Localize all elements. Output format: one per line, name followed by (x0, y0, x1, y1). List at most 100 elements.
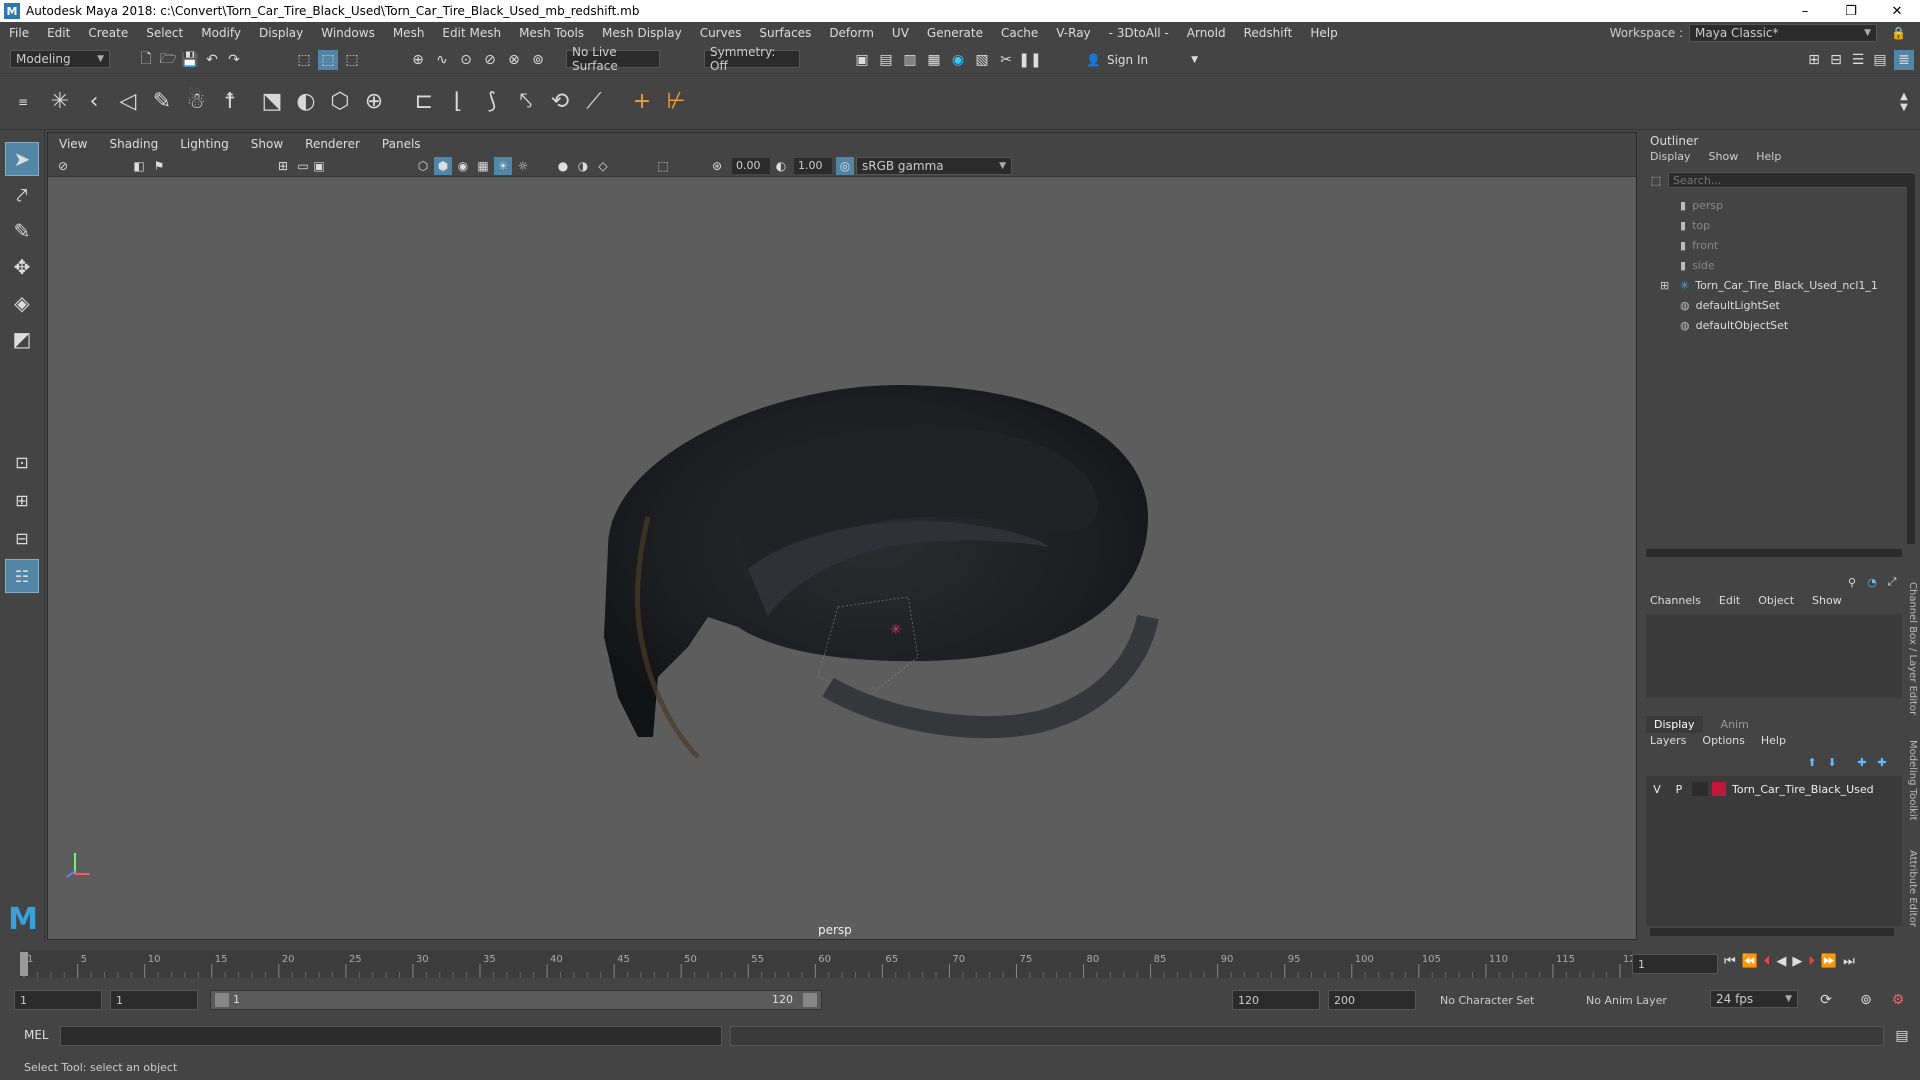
animation-prefs-icon[interactable]: ⚙ (1888, 990, 1908, 1010)
new-layer-icon[interactable]: ✚ (1854, 754, 1870, 770)
anti-aliasing-icon[interactable]: ◇ (594, 157, 612, 175)
menu-item-windows[interactable]: Windows (312, 26, 384, 40)
viewport-menu-shading[interactable]: Shading (98, 137, 169, 151)
outliner-search-input[interactable] (1668, 172, 1914, 188)
textured-icon[interactable]: ▦ (474, 157, 492, 175)
exposure-field[interactable]: 0.00 (732, 158, 770, 174)
cube-icon[interactable]: ⊕ (358, 83, 390, 119)
smooth-mesh-icon[interactable]: ⬡ (324, 83, 356, 119)
render-frame-icon[interactable]: ▣ (852, 50, 872, 70)
rs-render-icon[interactable]: ✂ (996, 50, 1016, 70)
viewport-menu-show[interactable]: Show (240, 137, 294, 151)
sculpt-brush-icon[interactable]: ✎ (146, 83, 178, 119)
mel-label[interactable]: MEL (24, 1028, 49, 1042)
menu-item-curves[interactable]: Curves (691, 26, 751, 40)
modeling-toolkit-icon[interactable]: ⊞ (1804, 50, 1824, 70)
menu-item-3dtoall[interactable]: - 3DtoAll - (1100, 26, 1178, 40)
symmetry-dropdown[interactable]: Symmetry: Off (704, 45, 800, 73)
color-management-icon[interactable]: ◎ (836, 157, 854, 175)
step-back-frame-icon[interactable]: ⏴ (1764, 954, 1771, 969)
tool-settings-icon[interactable]: ☰ (1848, 50, 1868, 70)
grid-toggle-icon[interactable]: ⊞ (274, 157, 292, 175)
layer-editor-icon[interactable]: ≣ (1894, 50, 1914, 70)
script-editor-icon[interactable]: ▤ (1892, 1026, 1912, 1046)
bookmark-icon[interactable]: ⚑ (150, 157, 168, 175)
outliner-horizontal-scrollbar[interactable] (1646, 549, 1902, 557)
menu-item-file[interactable]: File (0, 26, 38, 40)
extrude-icon[interactable]: ⬔ (256, 83, 288, 119)
pause-icon[interactable]: ❚❚ (1018, 50, 1041, 70)
animation-start-field[interactable]: 1 (14, 990, 102, 1010)
lasso-tool-icon[interactable]: ⤤ (5, 178, 39, 212)
channel-box-menu-show[interactable]: Show (1812, 594, 1842, 607)
command-input[interactable] (60, 1026, 722, 1046)
range-bar[interactable]: 1 120 (210, 990, 822, 1010)
snap-live-icon[interactable]: ⊚ (528, 50, 548, 70)
outliner-item[interactable]: ▮ top (1680, 216, 1710, 234)
channel-box-menu-edit[interactable]: Edit (1719, 594, 1740, 607)
menu-item-mesh-tools[interactable]: Mesh Tools (510, 26, 593, 40)
use-lights-icon[interactable]: ☀ (494, 157, 512, 175)
hyper-icon[interactable]: ⤢ (1884, 574, 1900, 590)
menu-item-uv[interactable]: UV (883, 26, 918, 40)
workspace-dropdown[interactable]: Maya Classic* ▼ (1689, 24, 1878, 42)
loft-icon[interactable]: ⟋ (578, 83, 610, 119)
channel-box-menu-channels[interactable]: Channels (1650, 594, 1701, 607)
viewport-menu-view[interactable]: View (48, 137, 98, 151)
open-scene-icon[interactable]: 🗁 (158, 50, 178, 70)
outliner-menu-help[interactable]: Help (1756, 150, 1781, 163)
camera-attributes-icon[interactable]: ◧ (130, 157, 148, 175)
play-backwards-icon[interactable]: ◀ (1776, 954, 1786, 969)
layer-playback-toggle[interactable]: P (1670, 783, 1688, 796)
bridge-icon[interactable]: ⊏ (408, 83, 440, 119)
maximize-button[interactable]: ❐ (1828, 0, 1874, 22)
revolve-icon[interactable]: ⟲ (544, 83, 576, 119)
reset-pivot-icon[interactable]: ⊬ (660, 83, 692, 119)
layer-editor-menu-help[interactable]: Help (1761, 734, 1786, 747)
render-view-icon[interactable]: ▧ (972, 50, 992, 70)
viewport-menu-panels[interactable]: Panels (371, 137, 432, 151)
hypershade-icon[interactable]: ◉ (948, 50, 968, 70)
outliner-item[interactable]: ▮ front (1680, 236, 1718, 254)
exposure-icon[interactable]: ⊛ (708, 157, 726, 175)
loop-icon[interactable]: ⟳ (1816, 990, 1836, 1010)
move-layer-down-icon[interactable]: ⬇ (1824, 754, 1840, 770)
select-tool-icon[interactable]: ➤ (5, 142, 39, 176)
outliner-item[interactable]: ⊞ ✳ Torn_Car_Tire_Black_Used_ncl1_1 (1660, 276, 1878, 294)
move-layer-up-icon[interactable]: ⬆ (1804, 754, 1820, 770)
menu-item-mesh-display[interactable]: Mesh Display (593, 26, 691, 40)
character-set-dropdown[interactable]: No Character Set (1440, 990, 1566, 1010)
select-object-icon[interactable]: ⬚ (318, 50, 338, 70)
undo-icon[interactable]: ↶ (202, 50, 222, 70)
auto-key-icon[interactable]: ⊚ (1856, 990, 1876, 1010)
bend-icon[interactable]: ⤣ (510, 83, 542, 119)
viewport-panel[interactable]: View Shading Lighting Show Renderer Panels ⊘ … (47, 132, 1637, 940)
curve-tool-icon[interactable]: ⟆ (476, 83, 508, 119)
outliner-layout-icon[interactable]: ☷ (5, 559, 39, 593)
single-perspective-layout-icon[interactable]: ⊡ (5, 445, 39, 479)
playback-start-field[interactable]: 1 (110, 990, 198, 1010)
camera-select-icon[interactable]: ⊘ (54, 157, 72, 175)
redo-icon[interactable]: ↷ (224, 50, 244, 70)
time-slider[interactable]: 1 5 10 15 20 25 30 35 40 45 50 55 60 65 70 75 80 85 90 95 10… (0, 942, 1920, 984)
layer-visibility-toggle[interactable]: V (1648, 783, 1666, 796)
menu-item-cache[interactable]: Cache (992, 26, 1047, 40)
menu-item-deform[interactable]: Deform (820, 26, 883, 40)
split-polygon-icon[interactable]: ◁ (112, 83, 144, 119)
humanik-icon[interactable]: ☃ (180, 83, 212, 119)
menu-item-create[interactable]: Create (79, 26, 137, 40)
speed-icon[interactable]: ◔ (1864, 574, 1880, 590)
outliner-item[interactable]: ◍ defaultLightSet (1680, 296, 1780, 314)
append-polygon-icon[interactable]: ‹ (78, 83, 110, 119)
save-scene-icon[interactable]: 💾 (180, 50, 200, 70)
animation-end-field[interactable]: 200 (1328, 990, 1416, 1010)
side-tab-attribute-editor[interactable]: Attribute Editor (1907, 850, 1918, 927)
outliner-item[interactable]: ◍ defaultObjectSet (1680, 316, 1788, 334)
go-to-end-icon[interactable]: ⏭ (1843, 954, 1855, 969)
new-scene-icon[interactable]: 🗋 (136, 50, 156, 70)
snap-curve-icon[interactable]: ∿ (432, 50, 452, 70)
fps-dropdown[interactable]: 24 fps ▼ (1710, 990, 1798, 1008)
filter-icon[interactable]: ⬚ (1648, 172, 1664, 188)
color-space-dropdown[interactable]: sRGB gamma ▼ (856, 157, 1012, 175)
ipr-render-icon[interactable]: ▥ (900, 50, 920, 70)
